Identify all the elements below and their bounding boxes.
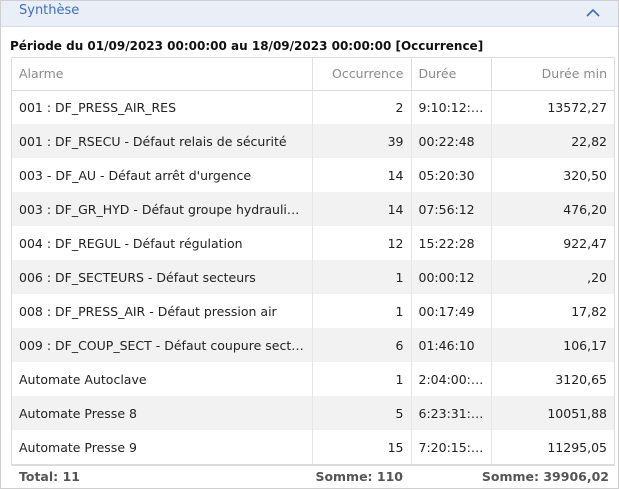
cell-duree: 01:46:10	[411, 328, 492, 362]
cell-occurrence: 12	[312, 226, 412, 260]
cell-occurrence: 5	[312, 396, 412, 430]
cell-duree: 2:04:00:39	[411, 362, 492, 396]
footer-duration-min-sum: Somme: 39906,02	[481, 469, 609, 484]
table-row[interactable]: Automate Autoclave 1 2:04:00:39 3120,65	[12, 362, 614, 396]
cell-alarme: Automate Presse 8	[12, 396, 313, 430]
table-row[interactable]: 004 : DF_REGUL - Défaut régulation 12 15:2…	[12, 226, 614, 260]
table-row[interactable]: 001 : DF_RSECU - Défaut relais de sécuri…	[12, 124, 614, 158]
cell-duree: 9:10:12:16	[411, 89, 492, 124]
cell-duree-min: 922,47	[491, 226, 614, 260]
column-header-duree[interactable]: Durée	[411, 58, 492, 90]
cell-alarme: 008 : DF_PRESS_AIR - Défaut pression air	[12, 294, 313, 328]
cell-alarme: 009 : DF_COUP_SECT - Défaut coupure sect…	[12, 328, 313, 362]
column-header-occurrence[interactable]: Occurrence	[312, 58, 412, 90]
cell-alarme: 003 : DF_GR_HYD - Défaut groupe hydrauli…	[12, 192, 313, 226]
footer-occurrence-sum: Somme: 110	[315, 469, 403, 484]
cell-alarme: 006 : DF_SECTEURS - Défaut secteurs	[12, 260, 313, 294]
footer-total: Total: 11	[19, 469, 80, 484]
panel-header[interactable]: Synthèse	[1, 1, 618, 27]
cell-duree: 00:17:49	[411, 294, 492, 328]
cell-alarme: Automate Presse 9	[12, 430, 313, 464]
cell-alarme: 003 - DF_AU - Défaut arrêt d'urgence	[12, 158, 313, 192]
cell-occurrence: 1	[312, 294, 412, 328]
cell-duree-min: 22,82	[491, 124, 614, 158]
column-header-alarme[interactable]: Alarme	[12, 58, 313, 90]
cell-occurrence: 1	[312, 260, 412, 294]
cell-duree-min: 11295,05	[491, 430, 614, 464]
cell-duree-min: 13572,27	[491, 89, 614, 124]
cell-duree: 05:20:30	[411, 158, 492, 192]
panel-title: Synthèse	[19, 3, 80, 18]
cell-occurrence: 39	[312, 124, 412, 158]
table-row[interactable]: 003 - DF_AU - Défaut arrêt d'urgence 14 05…	[12, 158, 614, 192]
cell-occurrence: 14	[312, 192, 412, 226]
column-header-duree-min[interactable]: Durée min	[491, 58, 614, 90]
table-header-row: Alarme Occurrence Durée Durée min	[12, 58, 614, 90]
table-row[interactable]: 006 : DF_SECTEURS - Défaut secteurs 1 00:0…	[12, 260, 614, 294]
table-row[interactable]: 003 : DF_GR_HYD - Défaut groupe hydrauli…	[12, 192, 614, 226]
cell-duree: 00:00:12	[411, 260, 492, 294]
alarm-grid: Alarme Occurrence Durée Durée min 001 : …	[11, 57, 615, 465]
synthese-panel: Synthèse Période du 01/09/2023 00:00:00 …	[0, 0, 619, 489]
cell-duree-min: 17,82	[491, 294, 614, 328]
chevron-up-icon[interactable]	[584, 4, 602, 22]
cell-occurrence: 1	[312, 362, 412, 396]
cell-duree: 6:23:31:53	[411, 396, 492, 430]
table-row[interactable]: 008 : DF_PRESS_AIR - Défaut pression air…	[12, 294, 614, 328]
table-row[interactable]: 001 : DF_PRESS_AIR_RES 2 9:10:12:16 13572,2…	[12, 89, 614, 124]
cell-duree-min: 476,20	[491, 192, 614, 226]
cell-alarme: 001 : DF_RSECU - Défaut relais de sécuri…	[12, 124, 313, 158]
cell-alarme: 004 : DF_REGUL - Défaut régulation	[12, 226, 313, 260]
cell-occurrence: 2	[312, 89, 412, 124]
cell-duree-min: ,20	[491, 260, 614, 294]
table-row[interactable]: 009 : DF_COUP_SECT - Défaut coupure sect…	[12, 328, 614, 362]
table-row[interactable]: Automate Presse 8 5 6:23:31:53 10051,88	[12, 396, 614, 430]
cell-duree-min: 106,17	[491, 328, 614, 362]
cell-duree: 07:56:12	[411, 192, 492, 226]
cell-duree: 00:22:48	[411, 124, 492, 158]
cell-duree-min: 3120,65	[491, 362, 614, 396]
cell-occurrence: 15	[312, 430, 412, 464]
cell-duree: 7:20:15:03	[411, 430, 492, 464]
alarm-table: Alarme Occurrence Durée Durée min 001 : …	[12, 58, 614, 464]
cell-duree-min: 320,50	[491, 158, 614, 192]
cell-duree: 15:22:28	[411, 226, 492, 260]
table-footer: Total: 11 Somme: 110 Somme: 39906,02	[11, 465, 615, 487]
cell-occurrence: 6	[312, 328, 412, 362]
period-label: Période du 01/09/2023 00:00:00 au 18/09/…	[10, 39, 484, 53]
cell-occurrence: 14	[312, 158, 412, 192]
cell-duree-min: 10051,88	[491, 396, 614, 430]
cell-alarme: 001 : DF_PRESS_AIR_RES	[12, 89, 313, 124]
cell-alarme: Automate Autoclave	[12, 362, 313, 396]
table-row[interactable]: Automate Presse 9 15 7:20:15:03 11295,05	[12, 430, 614, 464]
